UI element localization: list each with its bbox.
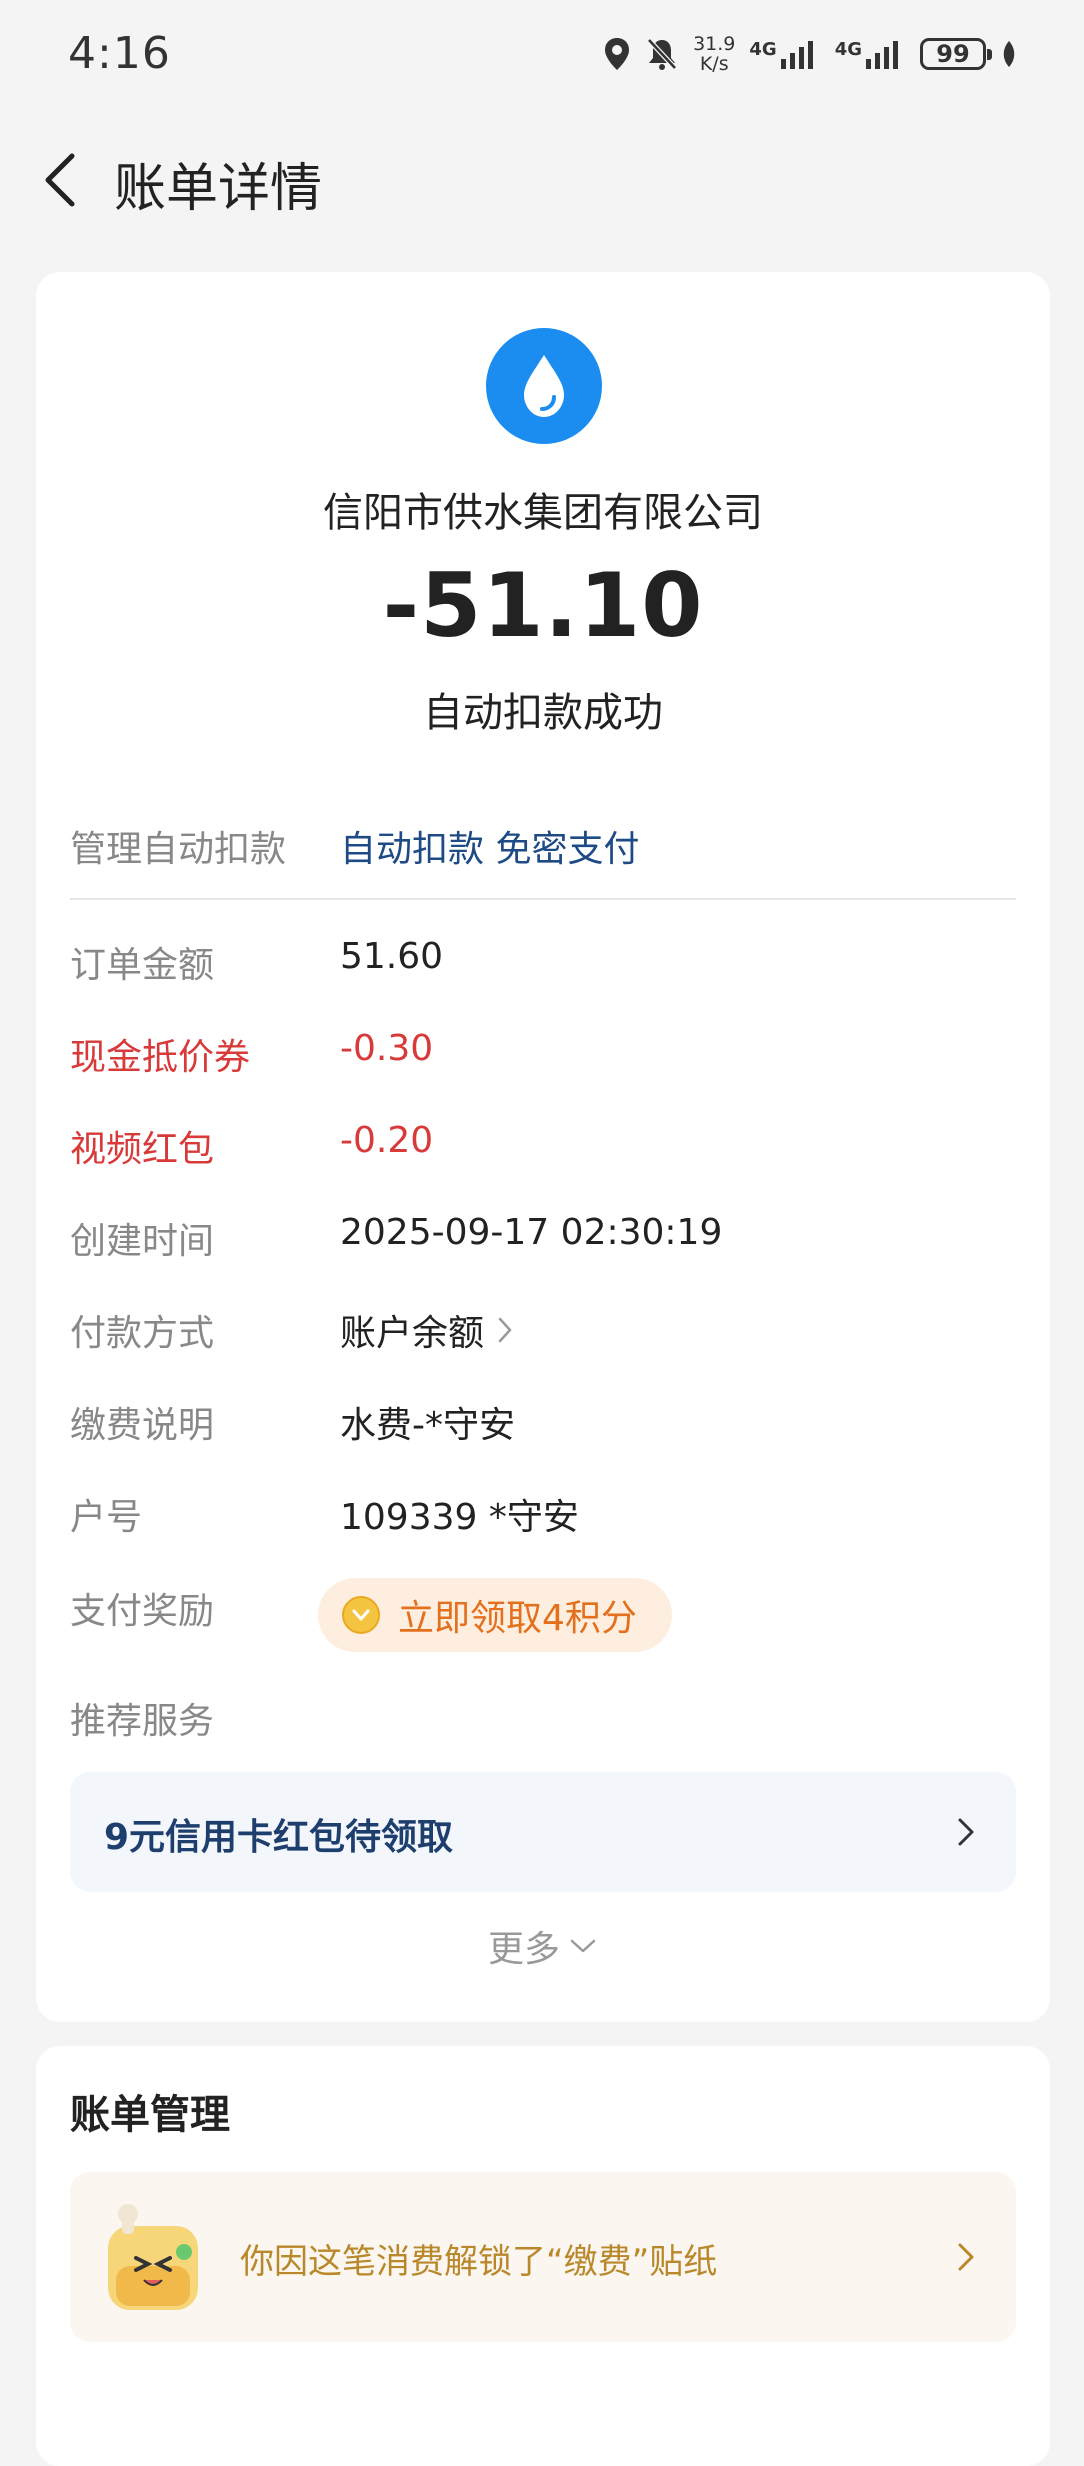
cash-coupon-value: -0.30 [340,1028,434,1069]
bill-detail-card: 信阳市供水集团有限公司 -51.10 自动扣款成功 管理自动扣款 自动扣款 免密… [36,272,1050,2022]
sticker-mascot-icon [108,2204,198,2310]
claim-points-label: 立即领取4积分 [398,1598,637,1639]
mute-bell-icon [647,38,677,70]
more-button[interactable]: 更多 [36,1920,1050,1972]
payment-method-value: 账户余额 [340,1313,485,1354]
chevron-right-icon [498,1317,512,1343]
status-time: 4:16 [68,28,171,79]
chevron-right-icon [958,2243,974,2271]
coin-icon [342,1596,380,1634]
page-title: 账单详情 [114,159,323,219]
credit-card-promo[interactable]: 9元信用卡红包待领取 [70,1772,1016,1892]
battery-level: 99 [936,40,970,68]
water-drop-icon [524,355,564,417]
merchant-logo [486,328,602,444]
signal-bars-2-icon [866,41,898,69]
created-time-label: 创建时间 [70,1221,215,1262]
sticker-unlock-text: 你因这笔消费解锁了“缴费”贴纸 [240,2242,718,2282]
bill-management-title: 账单管理 [70,2092,230,2138]
signal-2: 4G [835,39,906,69]
payment-note-value: 水费-*守安 [340,1405,515,1446]
created-time-value: 2025-09-17 02:30:19 [340,1212,723,1253]
payment-method-label: 付款方式 [70,1313,215,1354]
video-red-packet-value: -0.20 [340,1120,434,1161]
chevron-right-icon [958,1818,974,1846]
leaf-icon [1003,41,1015,67]
merchant-name: 信阳市供水集团有限公司 [323,490,763,536]
manage-auto-deduct-link[interactable]: 自动扣款 免密支付 [340,820,639,872]
location-icon [605,38,630,70]
battery-indicator: 99 [920,38,992,70]
bill-amount: -51.10 [382,554,704,657]
claim-points-button[interactable]: 立即领取4积分 [318,1578,672,1652]
recommended-services-label: 推荐服务 [70,1701,215,1742]
net-speed-unit: K/s [699,53,729,75]
bill-management-card: 账单管理 你因这笔消费解锁了“缴费”贴纸 [36,2046,1050,2466]
status-icons: 31.9 K/s 4G 4G 99 [603,30,1018,78]
net-speed: 31.9 K/s [693,34,735,74]
network-type-1: 4G [749,39,777,60]
network-type-2: 4G [834,39,862,60]
nav-bar: 账单详情 [0,130,1084,230]
account-number-label: 户号 [70,1497,143,1538]
promo-text: 9元信用卡红包待领取 [104,1817,454,1858]
sticker-unlock-banner[interactable]: 你因这笔消费解锁了“缴费”贴纸 [70,2172,1016,2342]
payment-method-link[interactable]: 账户余额 [340,1304,514,1356]
manage-auto-deduct-row[interactable]: 管理自动扣款 自动扣款 免密支付 [70,802,1016,882]
divider [70,898,1016,900]
order-amount-label: 订单金额 [70,945,215,986]
video-red-packet-label: 视频红包 [70,1129,215,1170]
payment-note-label: 缴费说明 [70,1405,215,1446]
signal-1: 4G [749,39,820,69]
account-number-value: 109339 *守安 [340,1497,579,1538]
payment-reward-label: 支付奖励 [70,1591,215,1632]
back-arrow-icon [45,153,75,207]
cash-coupon-label: 现金抵价券 [70,1037,251,1078]
signal-bars-1-icon [780,41,813,69]
status-bar: 4:16 31.9 K/s 4G 4G 99 [0,0,1084,116]
chevron-down-icon [570,1939,596,1953]
order-amount-value: 51.60 [340,936,444,977]
back-button[interactable] [30,150,90,210]
more-label: 更多 [487,1929,560,1970]
manage-auto-deduct-label: 管理自动扣款 [70,829,287,870]
payment-status: 自动扣款成功 [423,690,663,736]
net-speed-value: 31.9 [693,33,736,55]
